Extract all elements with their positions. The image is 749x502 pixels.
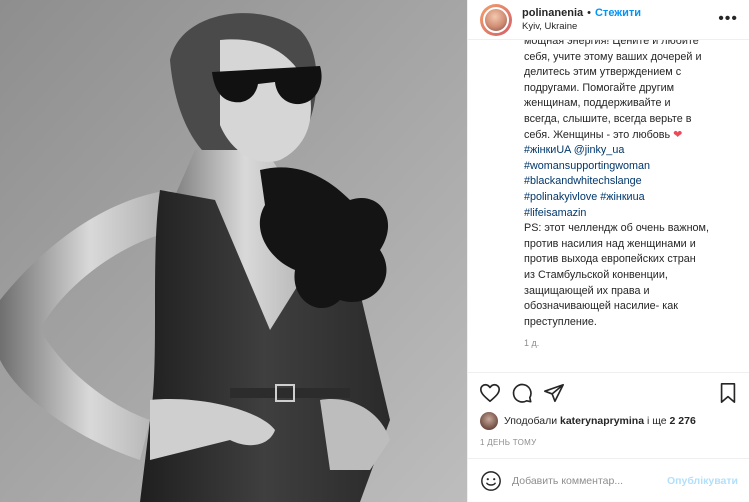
mention-link[interactable]: @jinky_ua: [574, 144, 625, 156]
caption-ps-line: защищающей их права и: [524, 284, 650, 297]
comment-button[interactable]: [510, 381, 534, 405]
hashtag-link[interactable]: #жінкиUA: [524, 144, 571, 156]
author-row: polinanenia • Стежити: [522, 7, 641, 19]
share-icon: [544, 383, 564, 403]
caption-line: мощная энергия! Цените и любите: [524, 40, 699, 47]
ellipsis-icon[interactable]: •••: [718, 10, 738, 28]
caption-scroll-area[interactable]: мощная энергия! Цените и любите себя, уч…: [468, 40, 749, 370]
hashtag-line: #polinakyivlove #жінкиua: [524, 190, 736, 206]
post-date[interactable]: 1 ДЕНЬ ТОМУ: [480, 438, 536, 447]
hashtag-link[interactable]: #blackandwhitechslange: [524, 174, 736, 190]
caption-love-text: себя. Женщины - это любовь: [524, 128, 671, 141]
post-details-panel: polinanenia • Стежити Kyiv, Ukraine ••• …: [467, 0, 749, 502]
likes-count[interactable]: 2 276: [670, 415, 696, 427]
bookmark-icon: [720, 383, 736, 403]
likes-middle: і ще: [646, 415, 667, 427]
caption-ps-line: из Стамбульской конвенции,: [524, 268, 668, 281]
caption-text: мощная энергия! Цените и любите себя, уч…: [524, 40, 736, 348]
post-photo[interactable]: [0, 0, 467, 502]
comment-bar: Опублікувати: [468, 458, 749, 502]
comment-icon: [512, 383, 532, 403]
emoji-button[interactable]: [480, 470, 502, 492]
liker-avatar[interactable]: [480, 412, 498, 430]
author-info: polinanenia • Стежити Kyiv, Ukraine: [522, 7, 641, 32]
hashtag-link[interactable]: #lifeisamazin: [524, 206, 736, 222]
hashtag-line: #жінкиUA @jinky_ua: [524, 143, 736, 159]
hashtag-link[interactable]: #polinakyivlove: [524, 191, 597, 203]
caption-line: всегда, слышите, всегда верьте в: [524, 112, 692, 125]
post-location[interactable]: Kyiv, Ukraine: [522, 21, 641, 32]
likes-summary: Уподобали katerynaprymina і ще 2 276: [480, 410, 696, 432]
photo-illustration: [0, 0, 467, 502]
heart-icon: [480, 383, 500, 403]
caption-line: делитесь этим утверждением с: [524, 66, 682, 79]
share-button[interactable]: [542, 381, 566, 405]
caption-ps-line: против выхода европейских стран: [524, 253, 696, 266]
caption-ps-line: PS: этот челлендж об очень важном,: [524, 222, 709, 235]
author-username[interactable]: polinanenia: [522, 7, 583, 19]
caption-time-ago: 1 д.: [524, 338, 540, 349]
caption-line: подругами. Помогайте другим: [524, 81, 675, 94]
publish-button[interactable]: Опублікувати: [667, 475, 738, 487]
post-header: polinanenia • Стежити Kyiv, Ukraine •••: [468, 0, 749, 40]
profile-avatar[interactable]: [480, 3, 512, 36]
save-button[interactable]: [716, 381, 740, 405]
comment-input[interactable]: [512, 474, 667, 487]
caption-ps-line: обозначивающей насилие- как: [524, 300, 678, 313]
caption-line: себя, учите этому ваших дочерей и: [524, 50, 702, 63]
separator-dot: •: [587, 7, 591, 19]
hashtag-link[interactable]: #жінкиua: [600, 191, 644, 203]
liker-username[interactable]: katerynaprymina: [560, 415, 644, 427]
avatar-photo: [483, 6, 509, 33]
caption-love-line: себя. Женщины - это любовь ❤: [524, 128, 736, 144]
like-button[interactable]: [478, 381, 502, 405]
likes-prefix: Уподобали: [504, 415, 558, 427]
caption-line: женщинам, поддерживайте и: [524, 97, 671, 110]
follow-button[interactable]: Стежити: [595, 7, 641, 19]
smiley-icon: [481, 470, 501, 491]
hashtag-link[interactable]: #womansupportingwoman: [524, 159, 736, 175]
instagram-post: polinanenia • Стежити Kyiv, Ukraine ••• …: [0, 0, 749, 502]
action-bar: [468, 372, 749, 410]
caption-ps-line: против насилия над женщинами и: [524, 237, 696, 250]
caption-ps-line: преступление.: [524, 315, 597, 328]
heart-emoji-icon: ❤: [673, 128, 683, 141]
